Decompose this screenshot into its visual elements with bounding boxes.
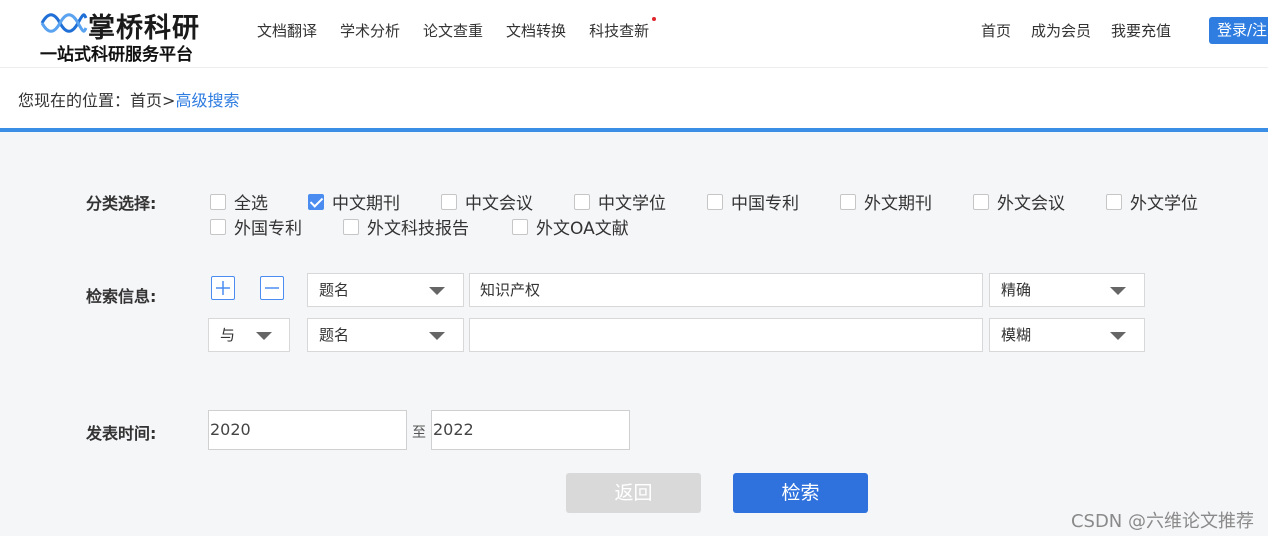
checkbox-label: 中文会议 bbox=[465, 194, 533, 214]
checkbox-cn-conference[interactable]: 中文会议 bbox=[441, 189, 533, 214]
checkbox-label: 外文期刊 bbox=[864, 194, 932, 214]
watermark: CSDN @六维论文推荐 bbox=[1070, 511, 1254, 532]
keyword-input-2[interactable] bbox=[469, 318, 983, 352]
add-row-icon[interactable] bbox=[211, 276, 235, 300]
checkbox-foreign-conference[interactable]: 外文会议 bbox=[973, 189, 1065, 214]
breadcrumb: 您现在的位置：首页>高级搜索 bbox=[18, 87, 239, 111]
breadcrumb-prefix: 您现在的位置： bbox=[18, 91, 131, 110]
category-label: 分类选择: bbox=[86, 194, 157, 213]
field-select-2[interactable]: 题名 bbox=[307, 318, 464, 352]
advanced-search-panel: 分类选择: 全选 中文期刊 中文会议 中文学位 中国专利 外文期刊 外文会议 外… bbox=[0, 132, 1268, 536]
nav-item-doc-convert[interactable]: 文档转换 bbox=[506, 20, 566, 41]
year-range-separator: 至 bbox=[412, 425, 426, 441]
checkbox-label: 中国专利 bbox=[731, 194, 799, 214]
checkbox-box[interactable] bbox=[210, 193, 226, 210]
field-select-value: 题名 bbox=[319, 281, 350, 299]
checkbox-foreign-tech-report[interactable]: 外文科技报告 bbox=[343, 214, 469, 239]
breadcrumb-home[interactable]: 首页 bbox=[130, 91, 162, 110]
checkbox-box[interactable] bbox=[512, 218, 528, 235]
checkbox-box[interactable] bbox=[1106, 193, 1122, 210]
checkbox-foreign-oa[interactable]: 外文OA文献 bbox=[512, 214, 629, 239]
nav-item-novelty-search-label: 科技查新 bbox=[589, 22, 650, 40]
logo-slogan: 一站式科研服务平台 bbox=[40, 45, 193, 65]
checkbox-checked-icon[interactable] bbox=[308, 193, 324, 210]
wave-logo-icon bbox=[40, 13, 88, 33]
checkbox-label: 全选 bbox=[234, 194, 268, 214]
nav-item-home[interactable]: 首页 bbox=[981, 20, 1011, 41]
chevron-down-icon bbox=[1110, 287, 1126, 295]
nav-item-doc-translate[interactable]: 文档翻译 bbox=[257, 20, 317, 41]
chevron-down-icon bbox=[256, 332, 272, 340]
checkbox-label: 中文期刊 bbox=[332, 194, 400, 214]
chevron-down-icon bbox=[429, 287, 445, 295]
checkbox-all[interactable]: 全选 bbox=[210, 189, 268, 214]
nav-item-membership[interactable]: 成为会员 bbox=[1031, 20, 1091, 41]
checkbox-label: 外文OA文献 bbox=[536, 219, 629, 239]
checkbox-box[interactable] bbox=[441, 193, 457, 210]
checkbox-box[interactable] bbox=[343, 218, 359, 235]
nav-item-novelty-search[interactable]: 科技查新 bbox=[589, 17, 657, 41]
checkbox-foreign-journal[interactable]: 外文期刊 bbox=[840, 189, 932, 214]
checkbox-box[interactable] bbox=[574, 193, 590, 210]
breadcrumb-current: 高级搜索 bbox=[175, 91, 240, 110]
top-header: 掌桥科研 一站式科研服务平台 文档翻译 学术分析 论文查重 文档转换 科技查新 … bbox=[0, 0, 1268, 68]
checkbox-cn-journal[interactable]: 中文期刊 bbox=[308, 189, 400, 214]
logic-select-2[interactable]: 与 bbox=[208, 318, 290, 352]
checkbox-label: 外国专利 bbox=[234, 219, 302, 239]
chevron-down-icon bbox=[429, 332, 445, 340]
search-button[interactable]: 检索 bbox=[733, 473, 868, 513]
checkbox-foreign-degree[interactable]: 外文学位 bbox=[1106, 189, 1198, 214]
keyword-input-1[interactable]: 知识产权 bbox=[469, 273, 983, 307]
year-to-input[interactable]: 2022 bbox=[431, 410, 630, 450]
match-select-value: 模糊 bbox=[1001, 326, 1032, 344]
checkbox-cn-patent[interactable]: 中国专利 bbox=[707, 189, 799, 214]
publish-time-label: 发表时间: bbox=[86, 424, 157, 443]
chevron-down-icon bbox=[1110, 332, 1126, 340]
nav-item-plagiarism-check[interactable]: 论文查重 bbox=[423, 20, 483, 41]
match-select-2[interactable]: 模糊 bbox=[989, 318, 1145, 352]
back-button[interactable]: 返回 bbox=[566, 473, 701, 513]
checkbox-label: 中文学位 bbox=[598, 194, 666, 214]
remove-row-icon[interactable] bbox=[260, 276, 284, 300]
breadcrumb-separator: > bbox=[162, 91, 176, 110]
new-dot-icon bbox=[652, 17, 657, 21]
field-select-1[interactable]: 题名 bbox=[307, 273, 464, 307]
checkbox-label: 外文科技报告 bbox=[367, 219, 469, 239]
checkbox-box[interactable] bbox=[840, 193, 856, 210]
field-select-value: 题名 bbox=[319, 326, 350, 344]
search-info-label: 检索信息: bbox=[86, 287, 157, 306]
checkbox-label: 外文学位 bbox=[1130, 194, 1198, 214]
site-logo[interactable]: 掌桥科研 一站式科研服务平台 bbox=[38, 4, 238, 65]
logic-select-value: 与 bbox=[220, 326, 236, 344]
checkbox-foreign-patent[interactable]: 外国专利 bbox=[210, 214, 302, 239]
checkbox-label: 外文会议 bbox=[997, 194, 1065, 214]
main-nav: 文档翻译 学术分析 论文查重 文档转换 科技查新 bbox=[257, 17, 672, 41]
nav-item-academic-analysis[interactable]: 学术分析 bbox=[340, 20, 400, 41]
match-select-value: 精确 bbox=[1001, 281, 1032, 299]
year-from-input[interactable]: 2020 bbox=[208, 410, 407, 450]
user-nav: 首页 成为会员 我要充值 bbox=[981, 20, 1191, 41]
nav-item-recharge[interactable]: 我要充值 bbox=[1111, 20, 1171, 41]
match-select-1[interactable]: 精确 bbox=[989, 273, 1145, 307]
checkbox-box[interactable] bbox=[707, 193, 723, 210]
checkbox-cn-degree[interactable]: 中文学位 bbox=[574, 189, 666, 214]
checkbox-box[interactable] bbox=[210, 218, 226, 235]
checkbox-box[interactable] bbox=[973, 193, 989, 210]
login-button[interactable]: 登录/注 bbox=[1209, 17, 1268, 44]
